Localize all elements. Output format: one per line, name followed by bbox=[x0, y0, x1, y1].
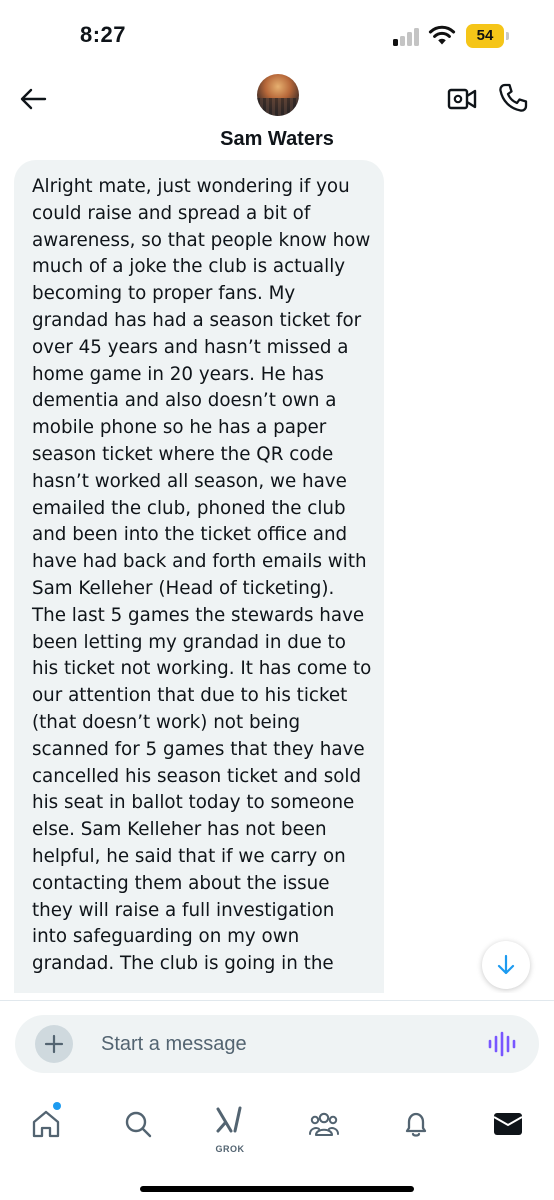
video-camera-icon[interactable] bbox=[447, 85, 477, 113]
plus-icon bbox=[44, 1034, 64, 1054]
nav-communities[interactable] bbox=[306, 1106, 342, 1142]
wifi-icon bbox=[428, 25, 456, 45]
home-indicator bbox=[140, 1186, 414, 1192]
status-bar: 8:27 54 bbox=[0, 0, 554, 70]
scroll-to-bottom-button[interactable] bbox=[482, 941, 530, 989]
back-button[interactable] bbox=[16, 82, 50, 116]
received-message-bubble[interactable]: Alright mate, just wondering if you coul… bbox=[14, 160, 384, 1000]
nav-home[interactable] bbox=[28, 1102, 64, 1142]
composer-pill bbox=[15, 1015, 539, 1073]
message-composer bbox=[0, 993, 554, 1087]
search-icon bbox=[125, 1111, 152, 1138]
composer-divider bbox=[0, 1000, 554, 1001]
grok-icon bbox=[216, 1106, 242, 1133]
arrow-left-icon bbox=[20, 88, 47, 110]
voice-wave-icon[interactable] bbox=[487, 1031, 517, 1057]
notification-dot bbox=[53, 1102, 61, 1110]
conversation-header: Sam Waters bbox=[0, 70, 554, 160]
contact-name[interactable]: Sam Waters bbox=[0, 128, 554, 151]
home-icon bbox=[32, 1110, 60, 1138]
nav-grok[interactable]: GROK bbox=[212, 1106, 248, 1154]
cellular-signal-icon bbox=[393, 28, 423, 46]
contact-avatar[interactable] bbox=[257, 74, 299, 116]
message-input[interactable] bbox=[101, 1023, 461, 1065]
bottom-navigation: GROK bbox=[0, 1092, 554, 1162]
message-thread[interactable]: Alright mate, just wondering if you coul… bbox=[0, 160, 554, 1000]
phone-icon[interactable] bbox=[497, 82, 529, 114]
nav-messages[interactable] bbox=[490, 1106, 526, 1142]
people-icon bbox=[309, 1112, 339, 1137]
bell-icon bbox=[405, 1112, 427, 1137]
nav-notifications[interactable] bbox=[398, 1106, 434, 1142]
message-text: Alright mate, just wondering if you coul… bbox=[32, 176, 372, 975]
arrow-down-icon bbox=[497, 954, 515, 975]
add-attachment-button[interactable] bbox=[35, 1025, 73, 1063]
nav-search[interactable] bbox=[120, 1106, 156, 1142]
battery-indicator: 54 bbox=[466, 24, 510, 48]
status-time: 8:27 bbox=[80, 22, 127, 47]
envelope-icon bbox=[493, 1113, 523, 1135]
battery-level: 54 bbox=[476, 27, 494, 44]
grok-label: GROK bbox=[215, 1144, 245, 1154]
